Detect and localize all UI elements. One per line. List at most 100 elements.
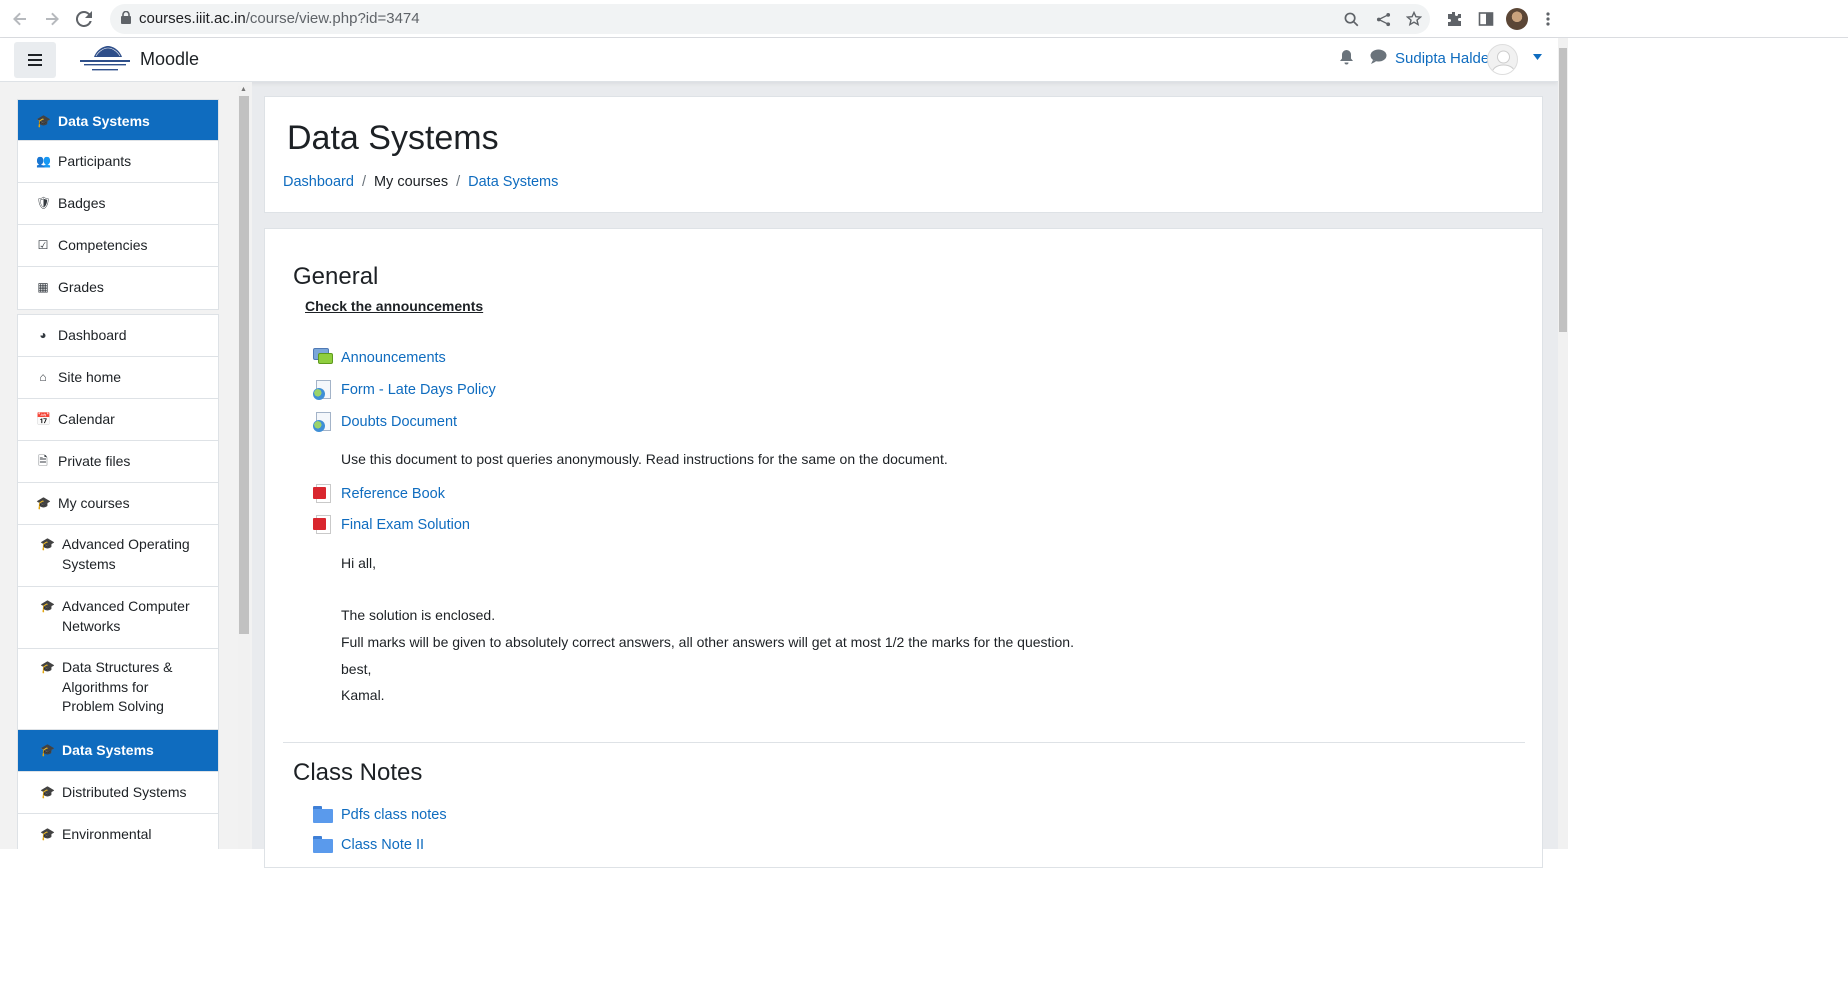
drawer-item-course-data-systems[interactable]: 🎓 Data Systems: [18, 100, 218, 141]
course-nav-group: 🎓 Data Systems 👥 Participants 🛡 Badges ☑…: [17, 99, 219, 310]
drawer-item-label: Data Systems: [62, 742, 154, 758]
drawer-item-label: Competencies: [58, 237, 148, 253]
graduation-cap-icon: 🎓: [40, 785, 55, 799]
breadcrumb: Dashboard / My courses / Data Systems: [283, 174, 558, 190]
forward-button[interactable]: [40, 7, 64, 31]
iiit-logo[interactable]: [76, 43, 134, 75]
activity-link[interactable]: Reference Book: [341, 486, 445, 502]
table-icon: ▦: [37, 280, 49, 294]
activity-link[interactable]: Announcements: [341, 350, 446, 366]
url-host: courses.iiit.ac.in: [139, 10, 246, 27]
solution-text-greeting: Hi all,: [341, 555, 377, 571]
breadcrumb-course-link[interactable]: Data Systems: [468, 174, 558, 190]
drawer-item-label: Advanced Computer Networks: [62, 598, 190, 634]
solution-text-signature: Kamal.: [341, 687, 385, 703]
activity-reference-book[interactable]: Reference Book: [313, 484, 445, 504]
drawer-item-course-distributed-systems[interactable]: 🎓 Distributed Systems: [18, 772, 218, 814]
doubts-description: Use this document to post queries anonym…: [341, 451, 948, 467]
drawer-item-badges[interactable]: 🛡 Badges: [18, 183, 218, 225]
browser-background: [1568, 38, 1848, 1001]
graduation-cap-icon: 🎓: [40, 537, 55, 551]
check-square-icon: ☑: [37, 238, 49, 252]
solution-text-line: best,: [341, 661, 372, 677]
activity-link[interactable]: Doubts Document: [341, 414, 457, 430]
back-button[interactable]: [8, 7, 32, 31]
graduation-cap-icon: 🎓: [40, 743, 55, 757]
drawer-item-course-advanced-computer-networks[interactable]: 🎓 Advanced Computer Networks: [18, 587, 218, 649]
site-brand[interactable]: Moodle: [140, 49, 199, 70]
users-icon: 👥: [36, 154, 51, 168]
drawer-item-label: Calendar: [58, 411, 115, 427]
page-header-card: Data Systems Dashboard / My courses / Da…: [264, 96, 1543, 213]
activity-link[interactable]: Form - Late Days Policy: [341, 382, 496, 398]
lock-icon: [121, 10, 131, 27]
page-scrollbar[interactable]: [1558, 38, 1568, 849]
reload-button[interactable]: [72, 7, 96, 31]
drawer-item-course-advanced-operating-systems[interactable]: 🎓 Advanced Operating Systems: [18, 525, 218, 587]
drawer-item-course-environmental-science[interactable]: 🎓 Environmental Science & Technology: [18, 814, 218, 849]
activity-link[interactable]: Final Exam Solution: [341, 517, 470, 533]
address-bar[interactable]: courses.iiit.ac.in/course/view.php?id=34…: [110, 4, 1430, 34]
messages-chat-icon[interactable]: [1370, 49, 1387, 68]
drawer-item-site-home[interactable]: ⌂ Site home: [18, 357, 218, 399]
user-menu-caret-icon[interactable]: [1533, 51, 1542, 63]
user-avatar[interactable]: [1487, 44, 1518, 75]
notifications-bell-icon[interactable]: [1339, 49, 1354, 70]
browser-profile-avatar[interactable]: [1506, 8, 1528, 30]
drawer-item-label: Private files: [58, 453, 131, 469]
folder-link[interactable]: Pdfs class notes: [341, 807, 447, 823]
browser-background-bottom: [0, 849, 1568, 1001]
page-scrollbar-thumb[interactable]: [1559, 48, 1567, 332]
graduation-cap-icon: 🎓: [40, 599, 55, 613]
arrow-left-icon: [13, 12, 26, 26]
page-title: Data Systems: [287, 119, 499, 157]
folder-pdfs-class-notes[interactable]: Pdfs class notes: [313, 805, 447, 825]
extensions-icon[interactable]: [1444, 9, 1464, 29]
activity-doubts-document[interactable]: Doubts Document: [313, 412, 457, 432]
side-panel-icon[interactable]: [1476, 9, 1496, 29]
drawer-item-grades[interactable]: ▦ Grades: [18, 267, 218, 309]
url-globe-icon: [313, 380, 333, 400]
drawer-item-my-courses[interactable]: 🎓 My courses: [18, 483, 218, 525]
drawer-toggle-button[interactable]: [14, 42, 56, 78]
drawer-item-label: Site home: [58, 369, 122, 385]
check-announcements-link[interactable]: Check the announcements: [305, 298, 483, 314]
drawer-item-participants[interactable]: 👥 Participants: [18, 141, 218, 183]
activity-late-days-form[interactable]: Form - Late Days Policy: [313, 380, 496, 400]
drawer-scrollbar[interactable]: ▲: [238, 86, 250, 849]
zoom-icon[interactable]: [1342, 10, 1360, 28]
drawer-item-label: Grades: [58, 279, 104, 295]
drawer-item-dashboard[interactable]: ◕ Dashboard: [18, 315, 218, 357]
folder-class-note-ii[interactable]: Class Note II: [313, 835, 424, 855]
share-icon[interactable]: [1374, 10, 1392, 28]
section-title-class-notes: Class Notes: [293, 759, 423, 786]
drawer-item-competencies[interactable]: ☑ Competencies: [18, 225, 218, 267]
bookmark-star-icon[interactable]: [1405, 10, 1423, 28]
drawer-item-label: Distributed Systems: [62, 784, 187, 800]
graduation-cap-icon: 🎓: [40, 660, 55, 674]
drawer-item-label: Badges: [58, 195, 106, 211]
breadcrumb-separator: /: [456, 174, 461, 190]
breadcrumb-dashboard-link[interactable]: Dashboard: [283, 174, 354, 190]
pdf-icon: [313, 484, 333, 504]
url-text: courses.iiit.ac.in/course/view.php?id=34…: [139, 10, 420, 27]
drawer-item-calendar[interactable]: 📅 Calendar: [18, 399, 218, 441]
activity-announcements[interactable]: Announcements: [313, 348, 446, 368]
folder-link[interactable]: Class Note II: [341, 837, 424, 853]
drawer-item-label: Participants: [58, 153, 132, 169]
breadcrumb-separator: /: [361, 174, 366, 190]
more-vert-icon[interactable]: [1538, 9, 1558, 29]
browser-toolbar: courses.iiit.ac.in/course/view.php?id=34…: [0, 0, 1848, 38]
calendar-icon: 📅: [36, 412, 51, 426]
user-menu-name[interactable]: Sudipta Halder: [1395, 50, 1494, 67]
drawer-item-private-files[interactable]: 🗎 Private files: [18, 441, 218, 483]
shield-icon: 🛡: [36, 196, 52, 210]
drawer-item-course-data-systems-active[interactable]: 🎓 Data Systems: [18, 730, 218, 772]
scroll-up-arrow-icon[interactable]: ▲: [240, 86, 247, 93]
drawer-item-course-dsa[interactable]: 🎓 Data Structures & Algorithms for Probl…: [18, 649, 218, 730]
drawer-item-label: My courses: [58, 495, 130, 511]
drawer-scrollbar-thumb[interactable]: [239, 96, 249, 634]
section-divider: [283, 742, 1525, 743]
activity-final-exam-solution[interactable]: Final Exam Solution: [313, 515, 470, 535]
folder-icon: [313, 805, 333, 825]
